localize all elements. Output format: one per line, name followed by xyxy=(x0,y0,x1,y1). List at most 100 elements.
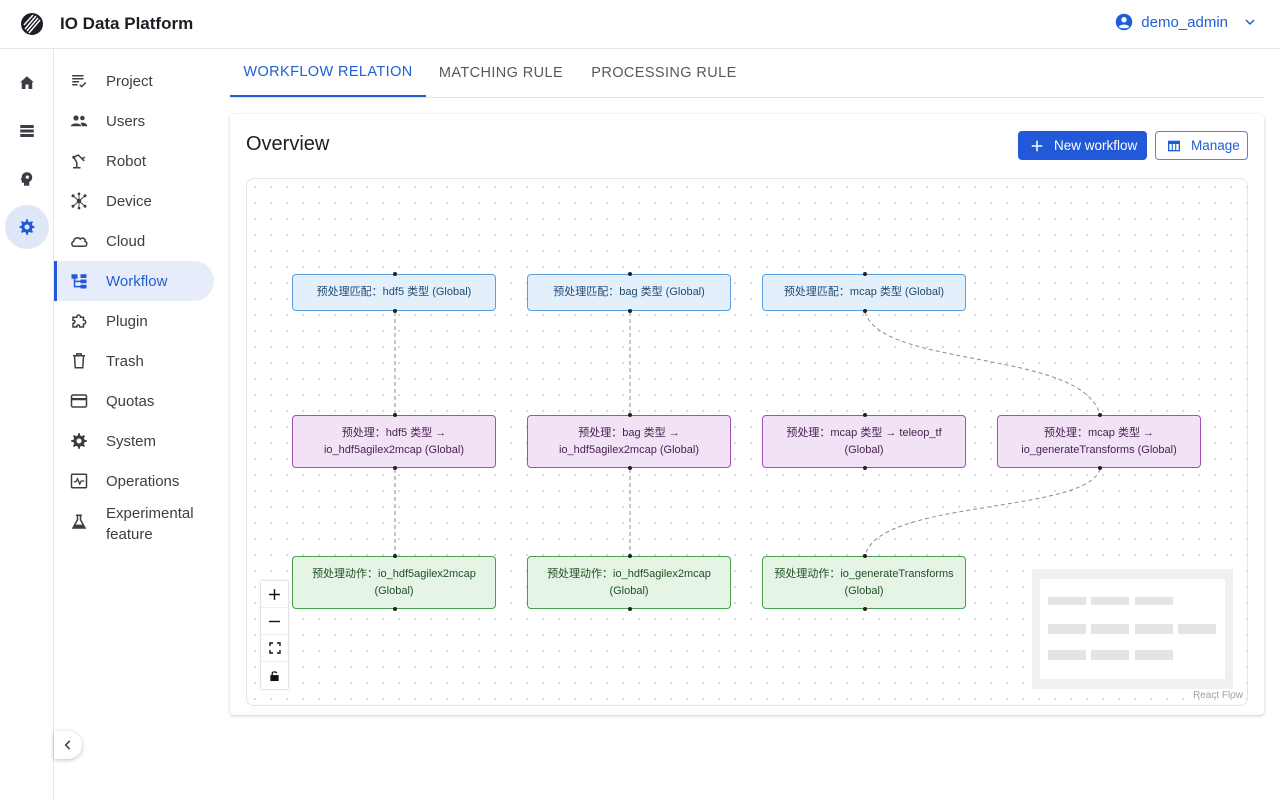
edge-p4-a3 xyxy=(864,468,1101,557)
home-icon xyxy=(20,76,34,89)
minimap-node xyxy=(1178,624,1216,634)
rail-settings[interactable] xyxy=(5,205,49,249)
node-handle[interactable] xyxy=(393,309,397,313)
nav-item-label: Plugin xyxy=(106,312,148,330)
node-handle[interactable] xyxy=(628,607,632,611)
node-action-hdf5agilex2mcap[interactable]: 预处理动作：io_hdf5agilex2mcap (Global) xyxy=(292,554,496,611)
minimap-node xyxy=(1135,624,1173,634)
node-handle[interactable] xyxy=(1098,466,1102,470)
node-handle[interactable] xyxy=(863,272,867,276)
nav-item-operations[interactable]: Operations xyxy=(54,461,214,501)
node-handle[interactable] xyxy=(393,607,397,611)
nav-item-label: Operations xyxy=(106,472,180,490)
nav-item-cloud[interactable]: Cloud xyxy=(54,221,214,261)
plus-icon xyxy=(269,588,280,600)
node-process-mcap-transforms[interactable]: 预处理：mcap 类型 → io_generateTransforms (Glo… xyxy=(997,413,1201,470)
minimap-node xyxy=(1048,650,1086,660)
node-handle[interactable] xyxy=(863,554,867,558)
nav-item-experimental-feature[interactable]: Experimental feature xyxy=(54,501,214,547)
node-label: 预处理：mcap 类型 → io_generateTransforms (Glo… xyxy=(1021,426,1177,456)
top-bar: IO Data Platform demo_admin xyxy=(0,0,1280,49)
account-circle-icon xyxy=(1116,13,1133,31)
minimap-node xyxy=(1091,597,1129,605)
nav-item-label: Trash xyxy=(106,352,144,370)
node-process-bag[interactable]: 预处理：bag 类型 → io_hdf5agilex2mcap (Global) xyxy=(527,413,731,470)
user-menu[interactable]: demo_admin xyxy=(1115,13,1258,31)
node-handle[interactable] xyxy=(628,272,632,276)
app-title: IO Data Platform xyxy=(60,14,194,33)
user-name: demo_admin xyxy=(1141,13,1228,31)
tab-matching-rule[interactable]: MATCHING RULE xyxy=(426,49,576,97)
chevron-left-icon xyxy=(64,740,71,750)
node-handle[interactable] xyxy=(628,554,632,558)
nav-item-label: Device xyxy=(106,192,152,210)
nav-item-device[interactable]: Device xyxy=(54,181,214,221)
rail-psychology[interactable] xyxy=(5,157,49,201)
node-action-hdf5agilex2mcap-2[interactable]: 预处理动作：io_hdf5agilex2mcap (Global) xyxy=(527,554,731,611)
nav-item-label: Workflow xyxy=(106,272,168,290)
minimap-node xyxy=(1048,624,1086,634)
react-flow-attribution[interactable]: React Flow xyxy=(1193,690,1243,701)
nav-item-label: Cloud xyxy=(106,232,146,250)
minus-icon xyxy=(269,620,280,622)
minimap[interactable] xyxy=(1032,569,1233,689)
users-icon xyxy=(70,115,88,127)
node-match-bag[interactable]: 预处理匹配：bag 类型 (Global) xyxy=(527,272,731,313)
manage-button[interactable]: Manage xyxy=(1155,131,1248,160)
cloud-icon xyxy=(71,237,88,247)
node-action-generate-transforms[interactable]: 预处理动作：io_generateTransforms (Global) xyxy=(762,554,966,611)
system-icon xyxy=(71,433,87,449)
node-handle[interactable] xyxy=(393,466,397,470)
node-label: 预处理匹配：hdf5 类型 (Global) xyxy=(316,286,472,298)
node-handle[interactable] xyxy=(393,413,397,417)
edge-m3-p4 xyxy=(864,311,1101,416)
node-label: 预处理匹配：bag 类型 (Global) xyxy=(553,286,705,298)
node-handle[interactable] xyxy=(393,272,397,276)
new-workflow-label: New workflow xyxy=(1054,138,1138,153)
node-handle[interactable] xyxy=(628,466,632,470)
node-handle[interactable] xyxy=(1098,413,1102,417)
nav-item-project[interactable]: Project xyxy=(54,61,214,101)
nav-item-plugin[interactable]: Plugin xyxy=(54,301,214,341)
collapse-sidebar-button[interactable] xyxy=(54,731,82,759)
node-handle[interactable] xyxy=(393,554,397,558)
nav-item-workflow[interactable]: Workflow xyxy=(54,261,214,301)
node-handle[interactable] xyxy=(863,607,867,611)
rail-storage[interactable] xyxy=(5,109,49,153)
node-handle[interactable] xyxy=(628,413,632,417)
quotas-icon xyxy=(70,394,88,408)
node-match-mcap[interactable]: 预处理匹配：mcap 类型 (Global) xyxy=(762,272,966,313)
node-process-mcap-teleop[interactable]: 预处理：mcap 类型 → teleop_tf (Global) xyxy=(762,413,966,470)
operations-icon xyxy=(70,473,88,489)
node-label: 预处理动作：io_hdf5agilex2mcap (Global) xyxy=(547,567,711,597)
nav-item-label: Users xyxy=(106,112,146,130)
zoom-out-button[interactable] xyxy=(261,608,288,635)
node-label: 预处理动作：io_generateTransforms (Global) xyxy=(774,567,954,597)
tab-workflow-relation[interactable]: WORKFLOW RELATION xyxy=(230,49,426,97)
nav-item-robot[interactable]: Robot xyxy=(54,141,214,181)
workflow-canvas[interactable]: 预处理匹配：hdf5 类型 (Global) 预处理匹配：bag 类型 (Glo… xyxy=(246,178,1248,706)
minimap-node xyxy=(1091,624,1129,634)
node-match-hdf5[interactable]: 预处理匹配：hdf5 类型 (Global) xyxy=(292,272,496,313)
nav-item-quotas[interactable]: Quotas xyxy=(54,381,214,421)
node-label: 预处理：bag 类型 → io_hdf5agilex2mcap (Global) xyxy=(558,426,700,456)
node-handle[interactable] xyxy=(863,466,867,470)
robot-icon xyxy=(72,154,86,169)
node-handle[interactable] xyxy=(863,413,867,417)
nav-item-trash[interactable]: Trash xyxy=(54,341,214,381)
device-icon xyxy=(71,192,87,210)
new-workflow-button[interactable]: New workflow xyxy=(1018,131,1147,160)
tab-processing-rule[interactable]: PROCESSING RULE xyxy=(580,49,748,97)
node-process-hdf5[interactable]: 预处理：hdf5 类型 → io_hdf5agilex2mcap (Global… xyxy=(292,413,496,470)
fit-view-button[interactable] xyxy=(261,635,288,662)
fit-view-icon xyxy=(268,642,281,654)
psychology-icon xyxy=(20,172,33,186)
node-label: 预处理：hdf5 类型 → io_hdf5agilex2mcap (Global… xyxy=(323,426,465,456)
nav-item-users[interactable]: Users xyxy=(54,101,214,141)
rail-home[interactable] xyxy=(5,61,49,105)
zoom-in-button[interactable] xyxy=(261,581,288,608)
node-handle[interactable] xyxy=(628,309,632,313)
node-handle[interactable] xyxy=(863,309,867,313)
lock-button[interactable] xyxy=(261,662,288,689)
nav-item-system[interactable]: System xyxy=(54,421,214,461)
